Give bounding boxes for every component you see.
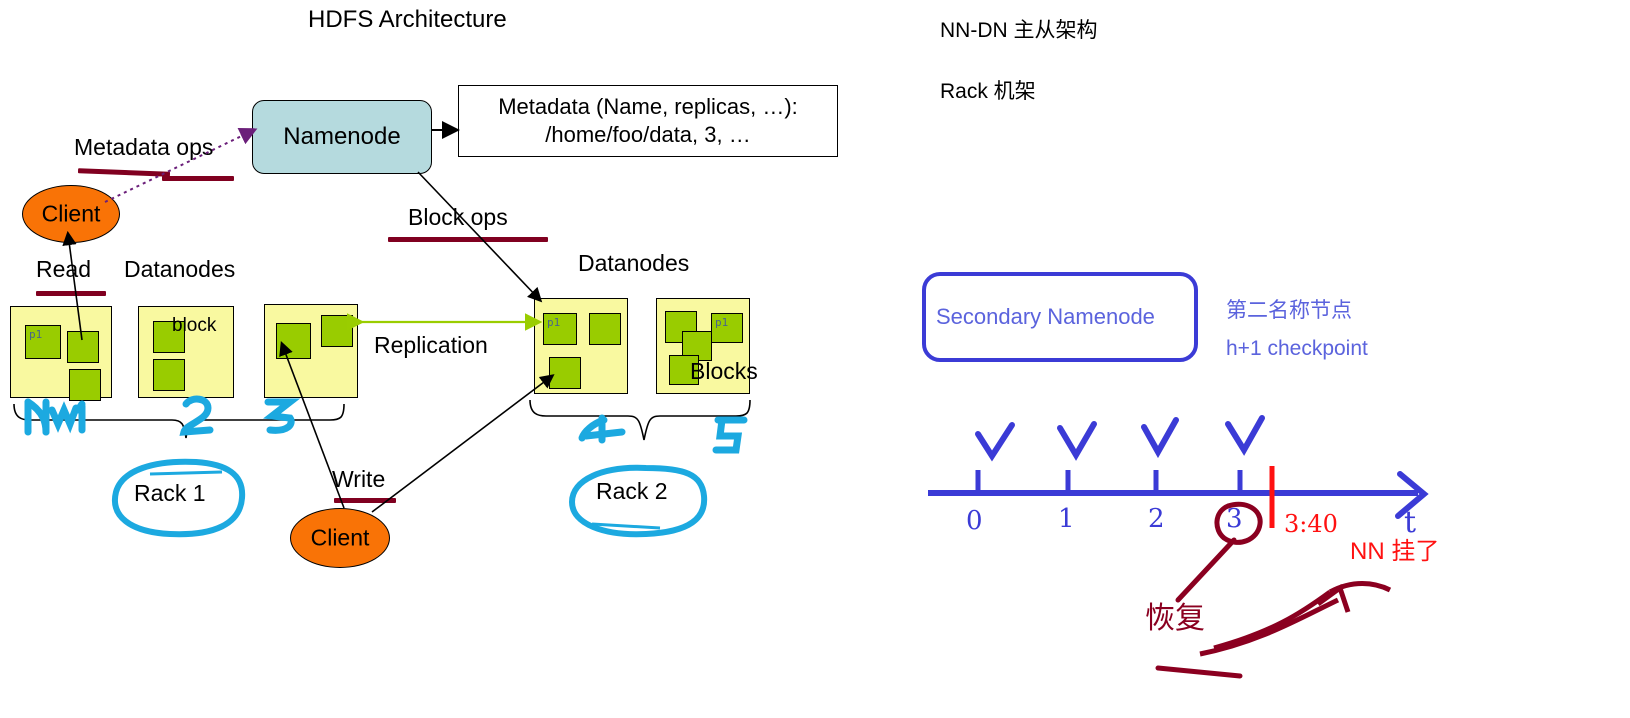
edge-label-block-ops: Block ops — [408, 204, 508, 230]
note-secondary-cn: 第二名称节点 — [1226, 299, 1352, 322]
namenode-box[interactable]: Namenode — [252, 100, 432, 174]
recover-curve-top — [1328, 581, 1392, 595]
metadata-box: Metadata (Name, replicas, …): /home/foo/… — [458, 85, 838, 157]
arrow-block-ops — [417, 171, 543, 303]
timeline-check-0 — [975, 422, 1015, 462]
namenode-label: Namenode — [283, 123, 401, 150]
recover-arrow-to-nn-2 — [1213, 589, 1332, 651]
secondary-namenode-box[interactable]: Secondary Namenode — [922, 272, 1198, 362]
read-underline — [36, 291, 106, 296]
note-nn-dn: NN-DN 主从架构 — [940, 19, 1098, 42]
block-tile — [276, 323, 311, 359]
metadata-ops-underline-2 — [162, 176, 234, 181]
client-left-label: Client — [41, 200, 101, 227]
datanodes-label-right: Datanodes — [578, 250, 690, 276]
edge-label-replication: Replication — [374, 332, 488, 358]
timeline-tick-label-2: 2 — [1148, 504, 1165, 534]
block-ops-underline — [388, 237, 548, 242]
block-tile — [153, 359, 185, 391]
timeline-axis-label: t — [1404, 505, 1417, 540]
timeline-tick-label-1: 1 — [1058, 504, 1075, 534]
rack2-handdrawn-stroke — [591, 522, 661, 530]
metadata-line1: Metadata (Name, replicas, …): — [498, 94, 798, 119]
rack2-label: Rack 2 — [596, 478, 668, 504]
recover-arrow-head — [1316, 583, 1351, 613]
block-tile — [549, 357, 581, 389]
block-tag-label: p1 — [715, 316, 729, 329]
edge-label-write: Write — [332, 466, 386, 492]
datanode-4[interactable]: p1 — [534, 298, 628, 394]
handwritten-dn5 — [712, 416, 748, 454]
timeline-check-1 — [1057, 421, 1097, 461]
datanode-3[interactable] — [264, 304, 358, 398]
datanodes-label-left: Datanodes — [124, 256, 236, 282]
recover-pointer-line — [1175, 537, 1237, 603]
edge-label-read: Read — [36, 256, 91, 282]
recover-arrow-to-nn-1 — [1199, 597, 1340, 657]
note-rack: Rack 机架 — [940, 80, 1036, 103]
timeline-tick-label-3: 3 — [1226, 504, 1243, 534]
timeline-check-3 — [1225, 415, 1265, 456]
timeline-red-note: NN 挂了 — [1350, 538, 1440, 565]
rack1-label: Rack 1 — [134, 480, 206, 506]
block-tag-label: p1 — [29, 328, 43, 341]
metadata-line2: /home/foo/data, 3, … — [545, 122, 751, 147]
block-label: block — [172, 315, 217, 336]
block-tile — [589, 313, 621, 345]
page-title: HDFS Architecture — [308, 6, 507, 33]
handwritten-dn2 — [179, 395, 214, 436]
handwritten-dn3 — [263, 398, 301, 434]
timeline-recover-note: 恢复 — [1145, 602, 1205, 635]
timeline-red-time: 3:40 — [1284, 510, 1338, 538]
rack1-handdrawn-stroke — [149, 470, 223, 476]
rack2-brace — [529, 399, 751, 441]
block-tile — [321, 315, 353, 347]
rack1-brace — [13, 403, 345, 439]
timeline-check-2 — [1141, 417, 1179, 459]
secondary-namenode-label: Secondary Namenode — [936, 304, 1155, 329]
client-bottom[interactable]: Client — [290, 508, 390, 568]
block-tile: p1 — [711, 313, 743, 343]
client-bottom-label: Client — [310, 524, 370, 551]
write-underline — [334, 498, 396, 503]
block-tag-label: p1 — [547, 316, 561, 329]
datanode-1[interactable]: p1 — [10, 306, 112, 401]
handwritten-dn4 — [578, 414, 626, 444]
arrow-write-to-datanode4 — [371, 374, 555, 513]
block-tile: p1 — [25, 325, 61, 359]
client-left[interactable]: Client — [22, 185, 120, 243]
edge-label-metadata-ops: Metadata ops — [74, 134, 214, 160]
block-tile — [67, 331, 99, 363]
block-tile — [69, 369, 101, 401]
timeline-tick-label-0: 0 — [966, 506, 983, 536]
metadata-ops-underline-1 — [77, 168, 171, 177]
handwritten-dn1 — [24, 398, 86, 436]
block-tile: p1 — [543, 313, 577, 345]
recover-underscore — [1155, 665, 1243, 679]
blocks-label: Blocks — [690, 358, 758, 384]
note-checkpoint: h+1 checkpoint — [1226, 337, 1368, 360]
